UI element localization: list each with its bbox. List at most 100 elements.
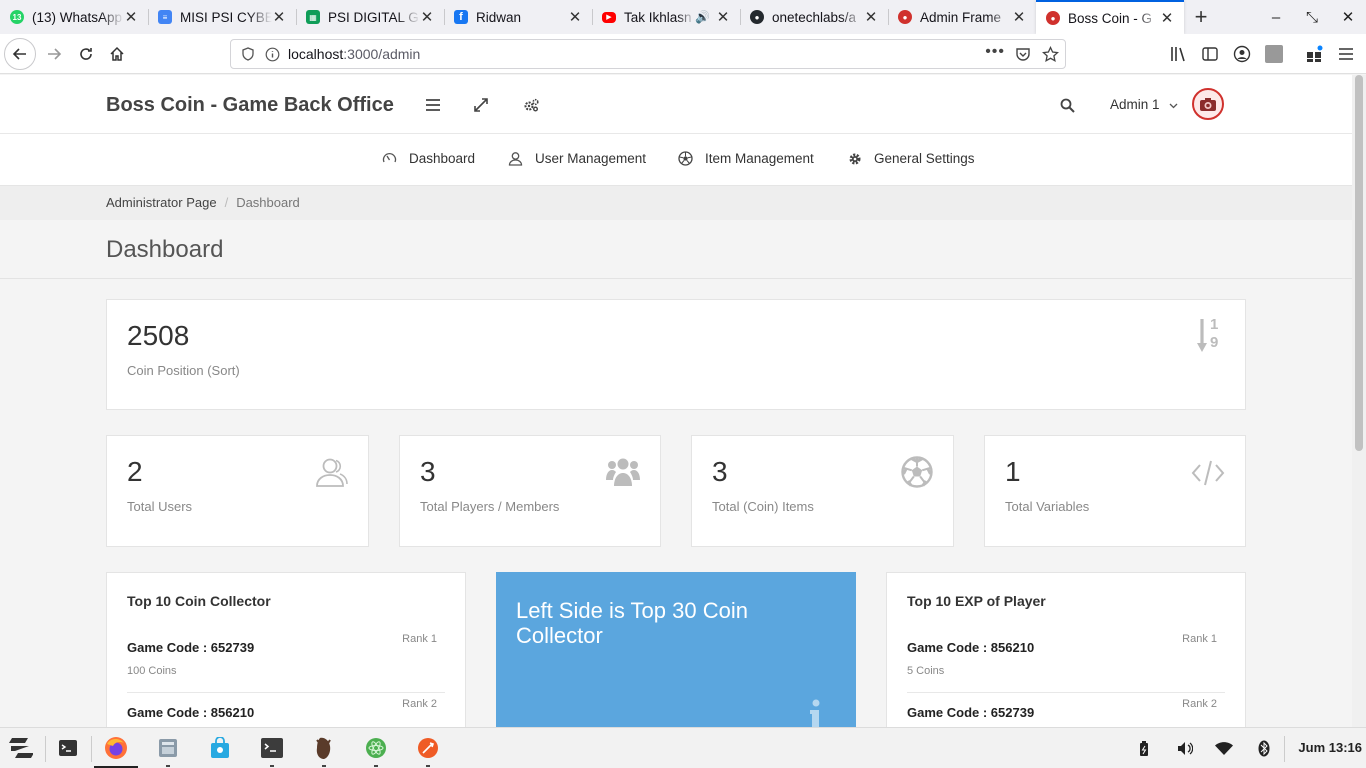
files-launcher[interactable]: [154, 734, 182, 767]
battery-icon[interactable]: [1139, 741, 1149, 757]
reload-icon: [80, 48, 92, 60]
minimize-icon[interactable]: –: [1258, 0, 1294, 34]
scrollbar-thumb[interactable]: [1355, 75, 1363, 451]
browser-tab-youtube[interactable]: ▶ Tak Ikhlasn 🔊 ✕: [592, 0, 740, 34]
hamburger-menu-button[interactable]: [423, 95, 443, 115]
terminal-icon: [59, 740, 77, 756]
code-icon: [1191, 460, 1225, 486]
browser-tab-docs[interactable]: ≡ MISI PSI CYBER ✕: [148, 0, 296, 34]
browser-tab-boss-coin[interactable]: ● Boss Coin - G ✕: [1036, 0, 1184, 34]
close-tab-icon[interactable]: ✕: [124, 8, 138, 26]
coin-amount: 5 Coins: [907, 665, 945, 677]
hamburger-icon: [426, 99, 440, 111]
gimp-icon: [316, 737, 331, 759]
list-item[interactable]: Game Code : 652739 Rank 2: [907, 693, 1225, 727]
browser-tab-facebook[interactable]: f Ridwan ✕: [444, 0, 592, 34]
extensions-icon[interactable]: [1306, 45, 1324, 63]
list-item[interactable]: Game Code : 856210 5 Coins Rank 1: [907, 628, 1225, 693]
list-item[interactable]: Game Code : 856210 Rank 2: [127, 693, 445, 727]
atom-launcher[interactable]: [362, 734, 390, 767]
avatar[interactable]: [1192, 88, 1224, 120]
info-panel-text: Left Side is Top 30 Coin Collector: [516, 598, 748, 648]
game-code: Game Code : 652739: [907, 705, 1035, 720]
wifi-icon[interactable]: [1215, 742, 1233, 755]
account-icon[interactable]: [1233, 45, 1251, 63]
top-coin-collector-card: Top 10 Coin Collector Game Code : 652739…: [106, 572, 466, 727]
speaker-icon[interactable]: 🔊: [695, 10, 710, 24]
admin-user-menu[interactable]: Admin 1: [1110, 97, 1178, 112]
menu-icon[interactable]: [1338, 46, 1354, 62]
close-tab-icon[interactable]: ✕: [1012, 8, 1026, 26]
user-icon: [508, 152, 523, 166]
tab-title: PSI DIGITAL G: [328, 9, 419, 25]
close-tab-icon[interactable]: ✕: [420, 8, 434, 26]
nav-label: Item Management: [705, 151, 814, 166]
restore-icon[interactable]: ⤡: [1294, 0, 1330, 34]
firefox-launcher[interactable]: [94, 734, 138, 768]
browser-tab-github[interactable]: ● onetechlabs/a ✕: [740, 0, 888, 34]
total-variables-card: 1 Total Variables: [984, 435, 1246, 547]
bookmark-star-icon[interactable]: [1042, 46, 1059, 63]
extension-avatar-icon[interactable]: [1265, 45, 1283, 63]
close-tab-icon[interactable]: ✕: [716, 8, 730, 26]
breadcrumb-root[interactable]: Administrator Page: [106, 195, 217, 210]
total-variables-value: 1: [1005, 456, 1021, 487]
fullscreen-button[interactable]: [471, 95, 491, 115]
close-tab-icon[interactable]: ✕: [272, 8, 286, 26]
postman-launcher[interactable]: [414, 734, 442, 767]
tab-title: Admin Frame: [920, 9, 1002, 25]
game-code: Game Code : 856210: [907, 640, 1035, 655]
browser-tab-whatsapp[interactable]: 13 (13) WhatsApp ✕: [0, 0, 148, 34]
back-button[interactable]: [4, 38, 36, 70]
software-store-launcher[interactable]: [206, 734, 234, 762]
list-item[interactable]: Game Code : 652739 100 Coins Rank 1: [127, 628, 445, 693]
terminal-launcher[interactable]: [54, 734, 82, 762]
page-actions-icon[interactable]: •••: [985, 43, 1005, 61]
forward-button[interactable]: [38, 38, 70, 70]
page-title: Dashboard: [106, 236, 224, 263]
reload-button[interactable]: [70, 38, 102, 70]
close-tab-icon[interactable]: ✕: [864, 8, 878, 26]
nav-general-settings[interactable]: General Settings: [848, 151, 975, 166]
close-tab-icon[interactable]: ✕: [1160, 9, 1174, 27]
os-taskbar: Jum 13:16: [0, 727, 1366, 768]
top-exp-card: Top 10 EXP of Player Game Code : 856210 …: [886, 572, 1246, 727]
taskbar-divider: [1284, 736, 1285, 762]
brand-title[interactable]: Boss Coin - Game Back Office: [106, 94, 394, 117]
breadcrumb-current: Dashboard: [236, 195, 300, 210]
nav-label: General Settings: [874, 151, 975, 166]
page-scrollbar[interactable]: [1352, 75, 1366, 727]
library-icon[interactable]: [1170, 46, 1188, 62]
github-icon: ●: [750, 10, 764, 24]
close-window-icon[interactable]: ✕: [1330, 0, 1366, 34]
main-navigation: Dashboard User Management Item Managemen…: [0, 134, 1352, 186]
nav-dashboard[interactable]: Dashboard: [382, 151, 475, 166]
pocket-icon[interactable]: [1015, 47, 1031, 62]
terminal-window[interactable]: [258, 734, 286, 767]
volume-icon[interactable]: [1177, 741, 1193, 756]
shield-icon: [242, 47, 254, 61]
gimp-launcher[interactable]: [310, 734, 338, 767]
total-users-label: Total Users: [127, 499, 193, 514]
url-bar[interactable]: localhost:3000/admin •••: [230, 39, 1066, 69]
nav-item-management[interactable]: Item Management: [678, 151, 814, 166]
admin-name: Admin 1: [1110, 97, 1160, 112]
taskbar-clock[interactable]: Jum 13:16: [1298, 740, 1362, 755]
facebook-icon: f: [454, 10, 468, 24]
home-button[interactable]: [101, 38, 133, 70]
total-items-label: Total (Coin) Items: [712, 499, 814, 514]
browser-tab-admin-frame[interactable]: ● Admin Frame ✕: [888, 0, 1036, 34]
zorin-menu-button[interactable]: [6, 734, 34, 762]
browser-tab-sheets[interactable]: ▦ PSI DIGITAL G ✕: [296, 0, 444, 34]
close-tab-icon[interactable]: ✕: [568, 8, 582, 26]
sidebar-icon[interactable]: [1202, 46, 1218, 62]
total-items-card: 3 Total (Coin) Items: [691, 435, 954, 547]
bluetooth-icon[interactable]: [1258, 740, 1270, 757]
terminal-icon: [261, 738, 283, 758]
info-icon: [265, 47, 280, 61]
nav-user-management[interactable]: User Management: [508, 151, 646, 166]
settings-button[interactable]: [521, 95, 541, 115]
search-button[interactable]: [1057, 95, 1077, 115]
rank-label: Rank 1: [1182, 633, 1217, 645]
new-tab-button[interactable]: +: [1184, 0, 1218, 34]
